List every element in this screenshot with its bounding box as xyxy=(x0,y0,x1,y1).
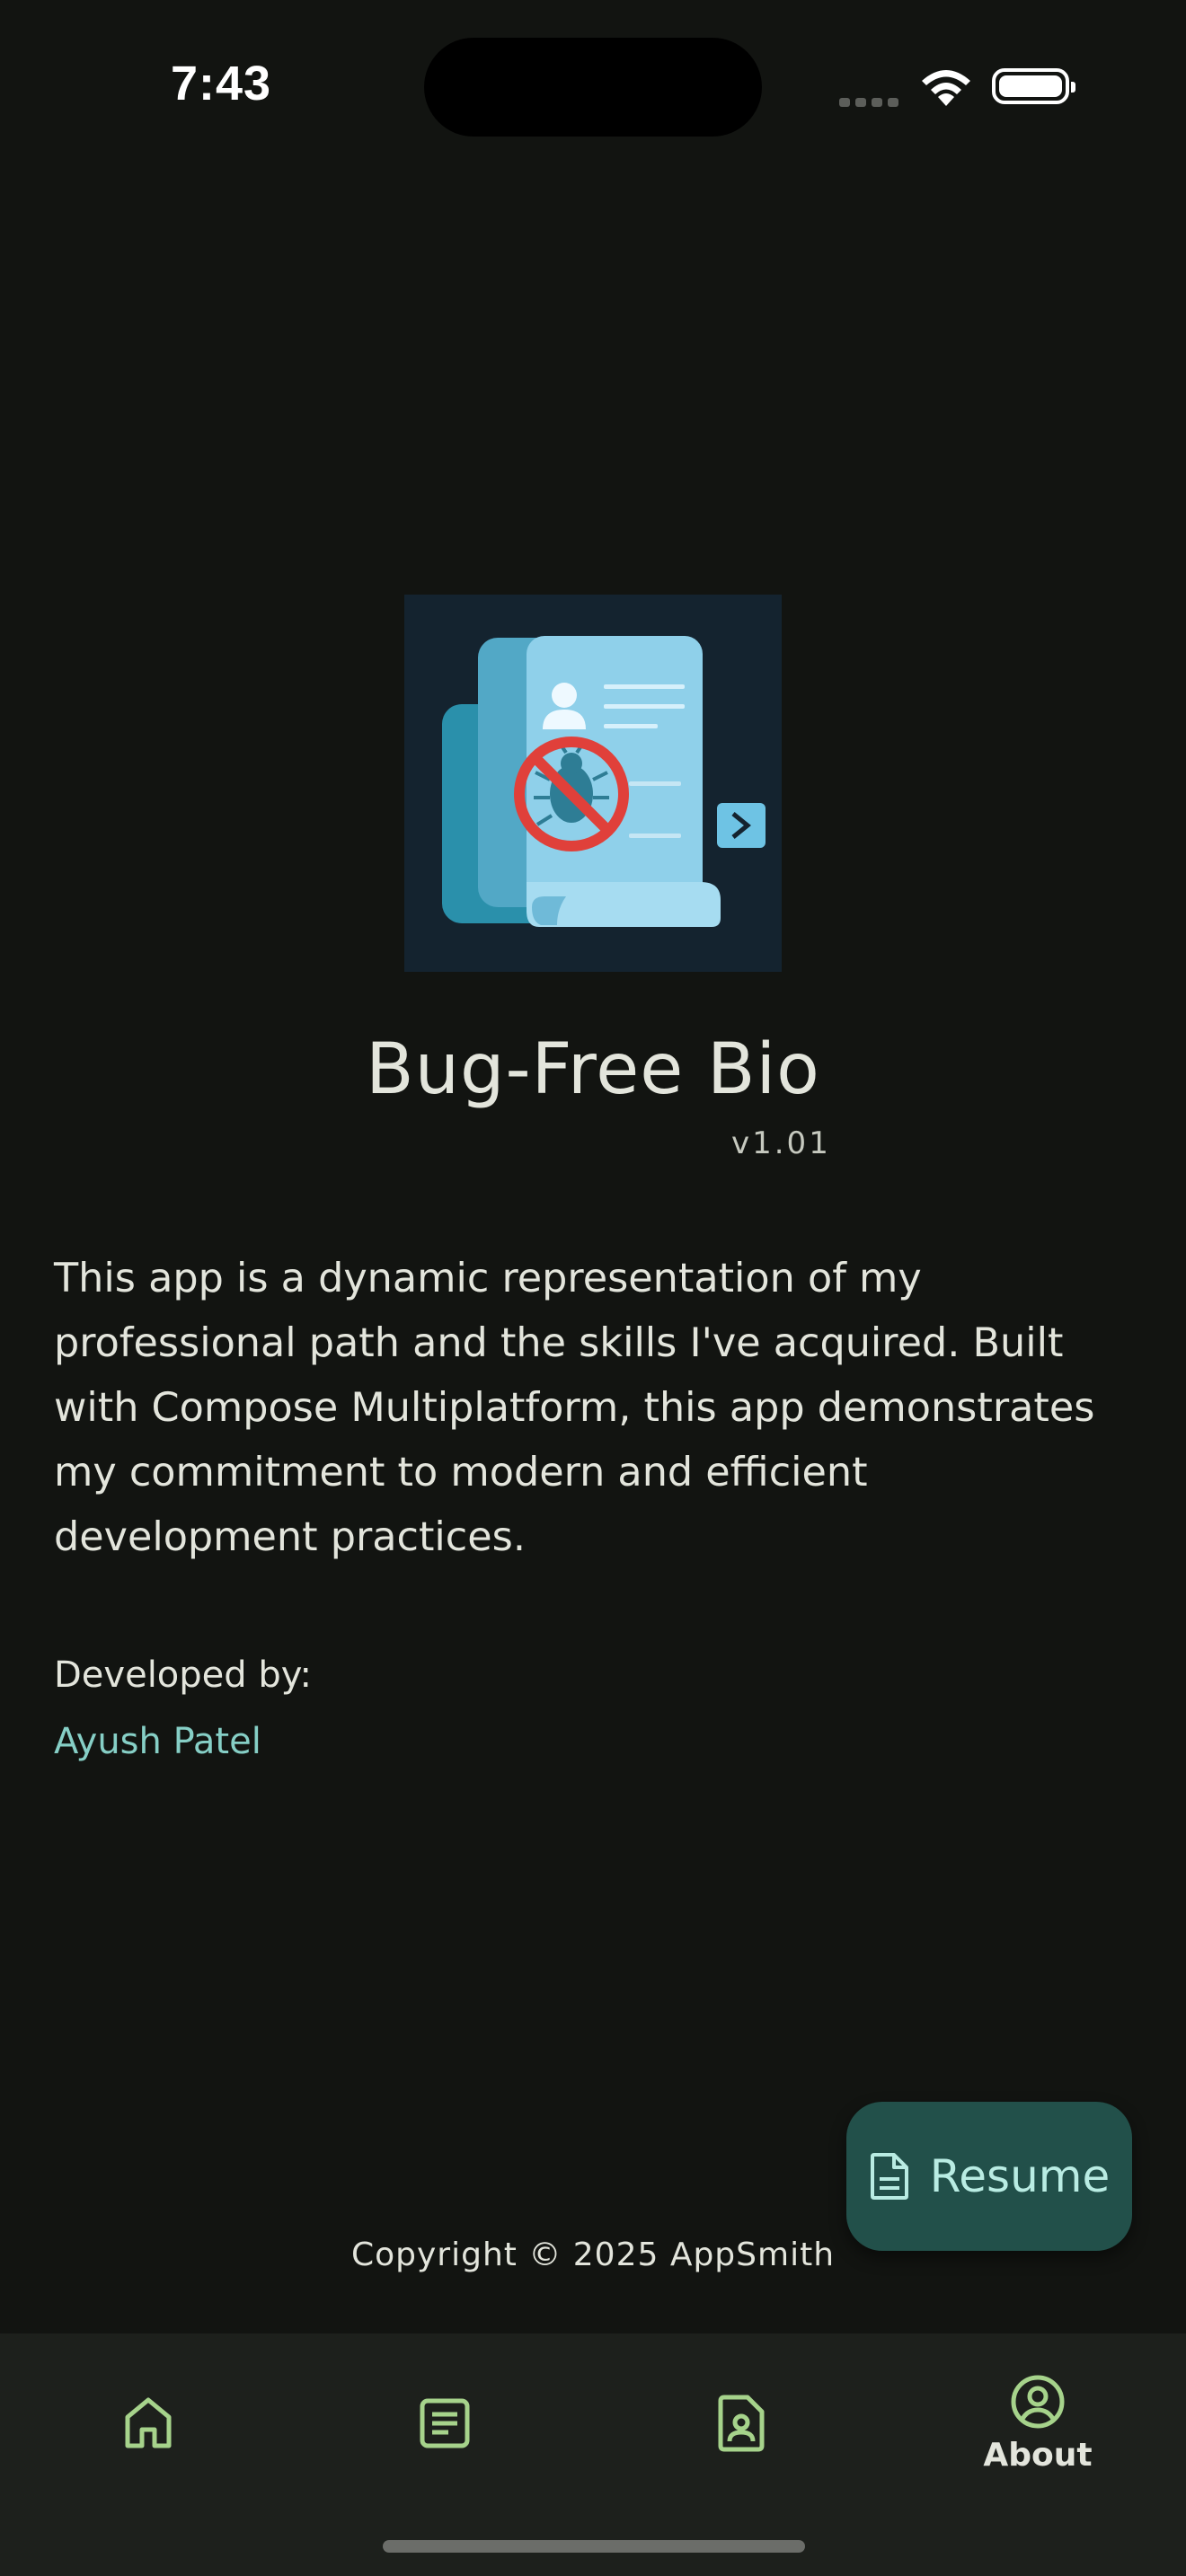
nav-item-experience[interactable] xyxy=(296,2333,593,2513)
article-icon xyxy=(420,2398,470,2448)
nav-item-about[interactable]: About xyxy=(890,2333,1186,2513)
home-indicator[interactable] xyxy=(383,2540,805,2553)
app-logo xyxy=(404,595,782,972)
wifi-icon xyxy=(922,70,970,106)
account-circle-icon xyxy=(1011,2375,1065,2428)
status-bar: 7:43 xyxy=(0,0,1186,171)
document-icon xyxy=(870,2153,908,2200)
app-logo-image xyxy=(404,595,782,972)
nav-item-home[interactable] xyxy=(0,2333,296,2513)
battery-icon xyxy=(992,68,1075,104)
home-icon xyxy=(125,2397,172,2448)
developer-link[interactable]: Ayush Patel xyxy=(54,1721,261,1762)
nav-item-resume[interactable] xyxy=(593,2333,890,2513)
nav-item-about-label: About xyxy=(983,2436,1093,2474)
app-version: v1.01 xyxy=(731,1125,831,1161)
contact-page-icon xyxy=(718,2395,765,2452)
resume-button[interactable]: Resume xyxy=(846,2102,1132,2251)
app-title: Bug-Free Bio xyxy=(366,1029,820,1110)
status-time: 7:43 xyxy=(171,57,272,110)
resume-button-label: Resume xyxy=(929,2150,1111,2202)
developed-by-label: Developed by: xyxy=(54,1654,313,1696)
app-description: This app is a dynamic representation of … xyxy=(54,1256,1095,1560)
cellular-signal-icon xyxy=(839,93,904,110)
copyright-text: Copyright © 2025 AppSmith xyxy=(350,2236,836,2273)
dynamic-island xyxy=(424,38,762,137)
